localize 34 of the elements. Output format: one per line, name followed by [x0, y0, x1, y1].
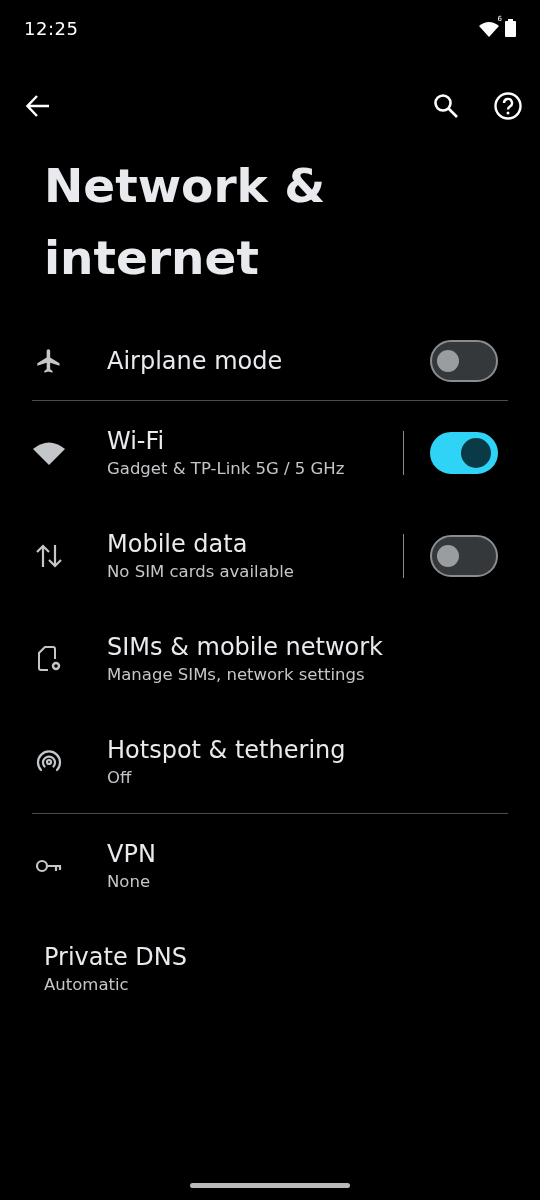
item-subtitle: No SIM cards available: [107, 562, 295, 581]
sim-card-settings-icon: [35, 644, 62, 673]
item-title: Airplane mode: [107, 347, 284, 375]
back-arrow-icon: [26, 95, 50, 117]
settings-item[interactable]: Hotspot & tethering Off: [0, 710, 540, 813]
settings-item[interactable]: VPN None: [0, 814, 540, 917]
item-title: Wi-Fi: [107, 427, 166, 455]
battery-icon: [505, 19, 516, 37]
item-title: Mobile data: [107, 530, 249, 558]
status-time: 12:25: [24, 17, 79, 39]
item-subtitle: None: [107, 872, 152, 891]
help-icon: [494, 92, 522, 120]
toggle-switch[interactable]: [430, 431, 498, 474]
item-title: Private DNS: [44, 943, 188, 971]
settings-item[interactable]: Wi-Fi Gadget & TP-Link 5G / 5 GHz: [0, 401, 540, 504]
toggle-switch[interactable]: [430, 340, 498, 382]
page-title: Network & internet: [43, 157, 327, 287]
item-subtitle: Manage SIMs, network settings: [107, 665, 366, 684]
search-icon: [433, 93, 459, 119]
item-subtitle: Gadget & TP-Link 5G / 5 GHz: [107, 459, 346, 478]
wifi-signal-icon: [479, 21, 499, 37]
item-title: SIMs & mobile network: [107, 633, 384, 661]
settings-item[interactable]: Airplane mode: [0, 322, 540, 400]
item-subtitle: Off: [107, 768, 133, 787]
settings-item[interactable]: Private DNS Automatic: [0, 917, 540, 1020]
toggle-switch[interactable]: [430, 534, 498, 577]
item-subtitle: Automatic: [44, 975, 130, 994]
item-title: VPN: [107, 840, 157, 868]
airplane-icon: [34, 347, 63, 375]
settings-item[interactable]: Mobile data No SIM cards available: [0, 504, 540, 607]
up-down-arrows-icon: [34, 542, 63, 569]
help-button[interactable]: [492, 90, 524, 122]
settings-item[interactable]: SIMs & mobile network Manage SIMs, network settings: [0, 607, 540, 710]
item-title: Hotspot & tethering: [107, 736, 347, 764]
